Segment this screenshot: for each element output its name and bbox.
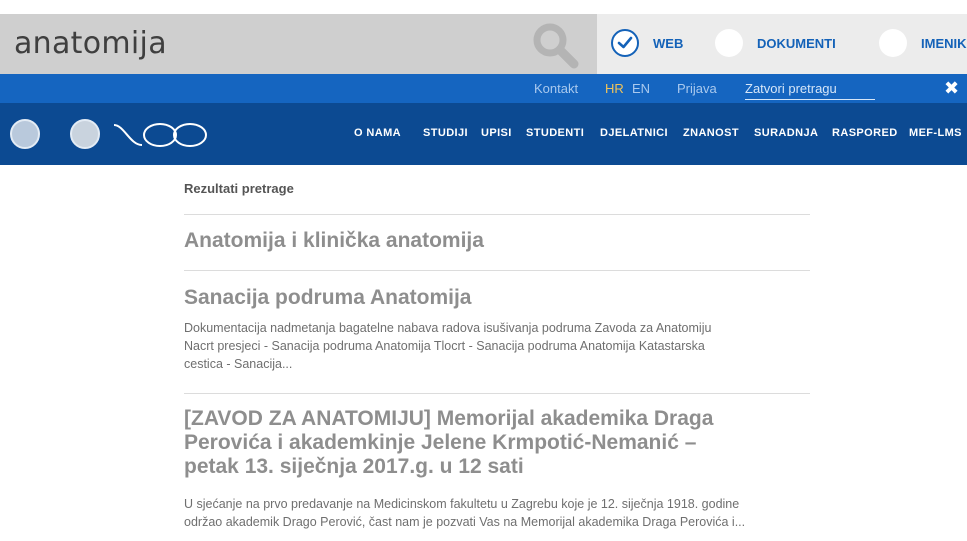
check-icon [617,36,633,49]
nav-item-studiji[interactable]: STUDIJI [423,127,468,139]
filter-web-radio[interactable] [611,29,639,57]
search-header: anatomija WEB DOKUMENTI IMENIK [0,0,967,74]
nav-item-znanost[interactable]: ZNANOST [683,127,739,139]
university-seal-icon[interactable] [10,119,40,149]
results-heading: Rezultati pretrage [184,181,294,196]
result-snippet-line: održao akademik Drago Perović, čast nam … [184,515,746,529]
divider [184,214,810,215]
result-snippet-line: Nacrt presjeci - Sanacija podruma Anatom… [184,339,705,353]
nav-item-suradnja[interactable]: SURADNJA [754,127,818,139]
main-navigation: O NAMA STUDIJI UPISI STUDENTI DJELATNICI… [0,103,967,165]
nav-item-mef-lms[interactable]: MEF-LMS [909,127,962,139]
result-snippet: U sjećanje na prvo predavanje na Medicin… [184,495,810,531]
close-search-link[interactable]: Zatvori pretragu [745,81,875,100]
result-title-link[interactable]: Sanacija podruma Anatomija [184,286,810,310]
filter-dokumenti[interactable]: DOKUMENTI [715,28,836,58]
utility-bar: Kontakt HR EN Prijava Zatvori pretragu ✖ [0,74,967,103]
divider [184,393,810,394]
result-title-line[interactable]: petak 13. siječnja 2017.g. u 12 sati [184,455,810,479]
filter-web[interactable]: WEB [611,28,683,58]
search-input[interactable]: anatomija [0,14,597,74]
lang-en-link[interactable]: EN [632,81,650,96]
nav-item-o-nama[interactable]: O NAMA [354,127,401,139]
filter-web-label[interactable]: WEB [653,36,683,51]
divider [184,270,810,271]
result-title-link[interactable]: Anatomija i klinička anatomija [184,229,810,253]
result-snippet-line: Dokumentacija nadmetanja bagatelne nabav… [184,321,712,335]
result-snippet-line: U sjećanje na prvo predavanje na Medicin… [184,497,740,511]
filter-imenik[interactable]: IMENIK [879,28,967,58]
result-snippet-line: cestica - Sanacija... [184,357,293,371]
filter-dokumenti-radio[interactable] [715,29,743,57]
nav-item-studenti[interactable]: STUDENTI [526,127,584,139]
filter-imenik-radio[interactable] [879,29,907,57]
result-title-link[interactable]: [ZAVOD ZA ANATOMIJU] Memorijal akademika… [184,407,810,479]
close-icon[interactable]: ✖ [944,78,959,99]
search-query-text[interactable]: anatomija [14,26,167,61]
result-title-line[interactable]: [ZAVOD ZA ANATOMIJU] Memorijal akademika… [184,407,810,431]
nav-item-raspored[interactable]: RASPORED [832,127,898,139]
nav-item-upisi[interactable]: UPISI [481,127,512,139]
contact-link[interactable]: Kontakt [534,81,578,96]
centenary-100-logo[interactable] [112,119,212,151]
filter-dokumenti-label[interactable]: DOKUMENTI [757,36,836,51]
search-icon[interactable] [530,20,580,70]
login-link[interactable]: Prijava [677,81,717,96]
result-title-line[interactable]: Perovića i akademkinje Jelene Krmpotić-N… [184,431,810,455]
filter-imenik-label[interactable]: IMENIK [921,36,967,51]
search-scope-filters: WEB DOKUMENTI IMENIK [597,14,967,74]
lang-hr-link[interactable]: HR [605,81,624,96]
faculty-seal-icon[interactable] [70,119,100,149]
nav-item-djelatnici[interactable]: DJELATNICI [600,127,668,139]
result-snippet: Dokumentacija nadmetanja bagatelne nabav… [184,319,810,373]
